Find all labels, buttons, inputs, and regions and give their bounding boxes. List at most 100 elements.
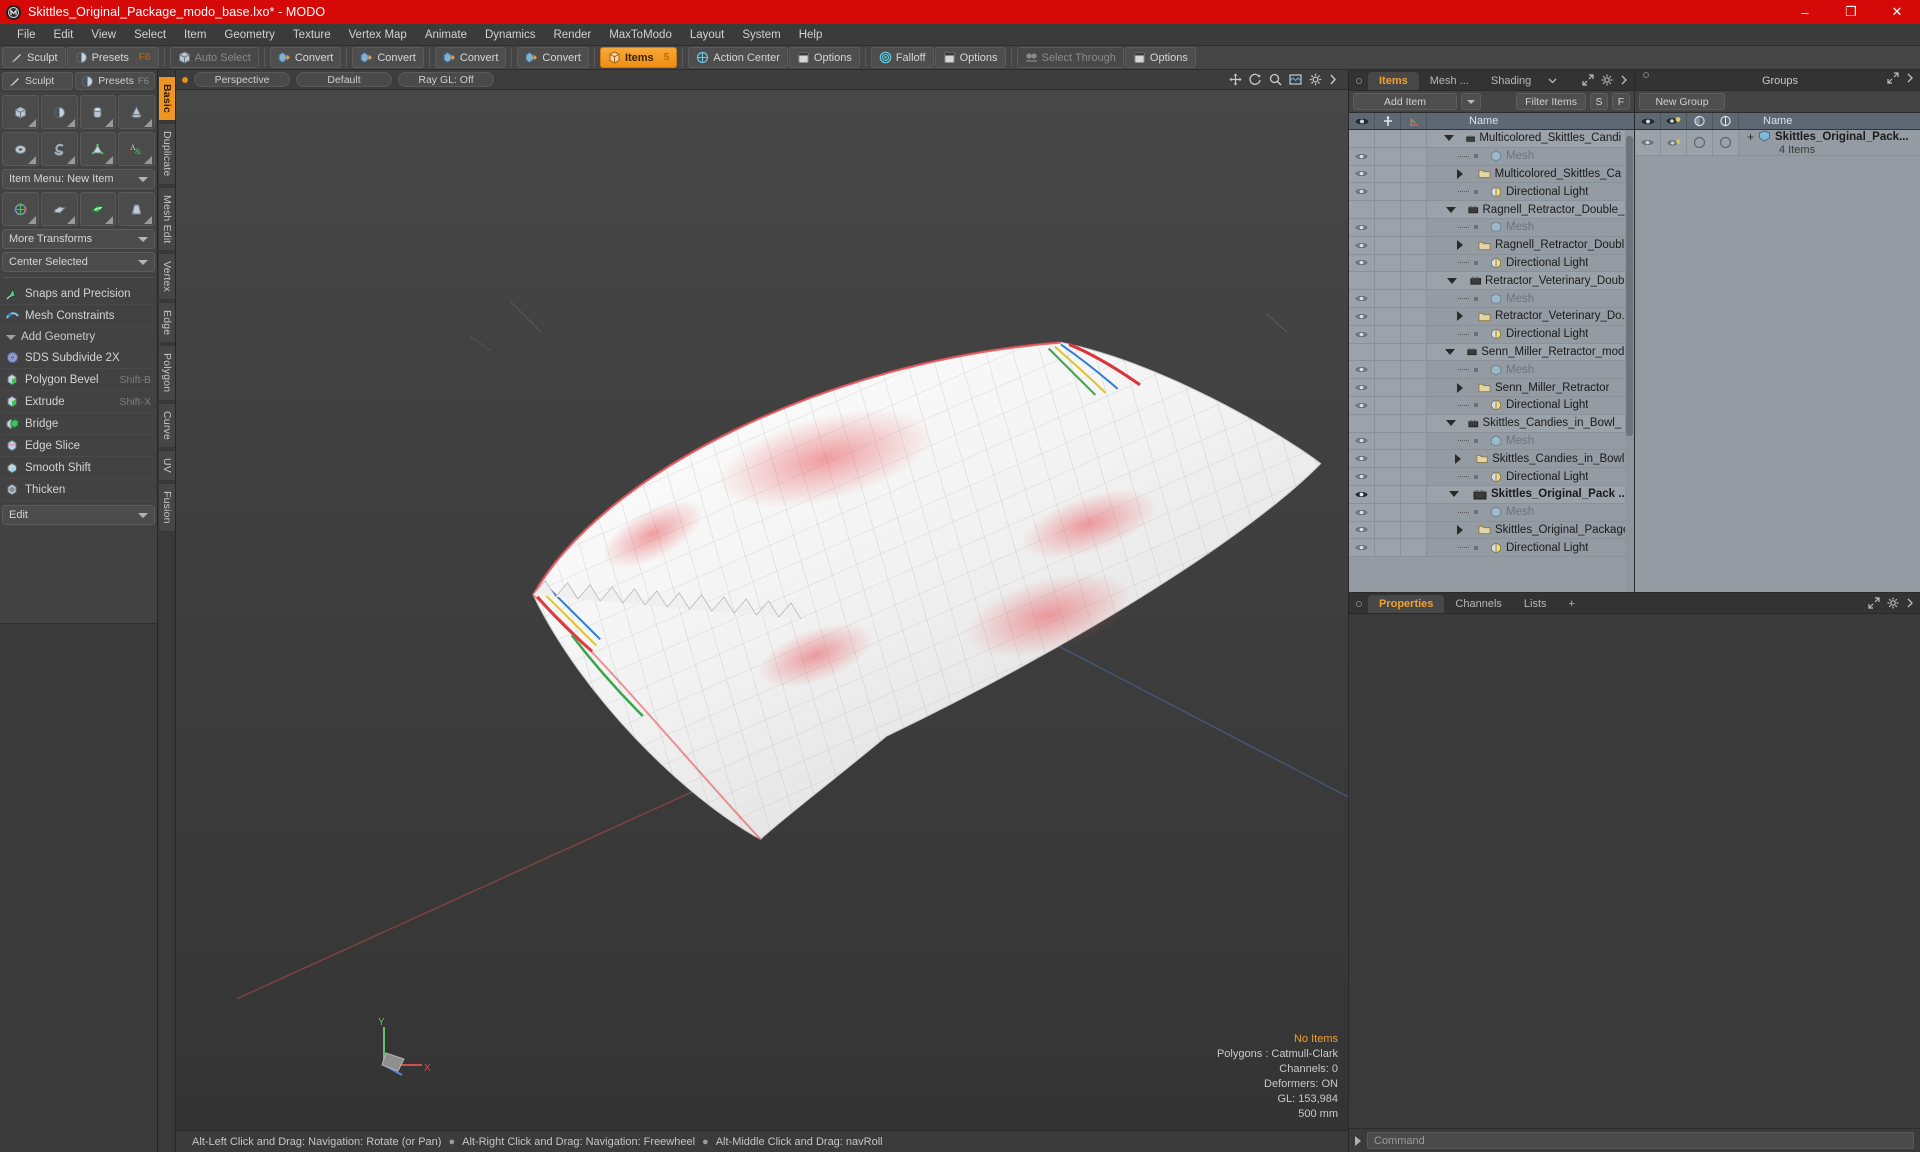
vtab-fusion[interactable]: Fusion — [158, 482, 175, 532]
primitive-text-icon[interactable]: A & — [118, 132, 155, 166]
row-lock-toggle[interactable] — [1375, 290, 1401, 307]
row-axis-toggle[interactable] — [1401, 379, 1427, 396]
row-axis-toggle[interactable] — [1401, 254, 1427, 272]
rotate-icon[interactable] — [1249, 73, 1262, 86]
collapse-triangle-icon[interactable] — [1446, 277, 1457, 284]
snaps-and-precision-item[interactable]: Snaps and Precision — [2, 283, 155, 305]
items-list-row[interactable]: Senn_Miller_Retractor — [1349, 379, 1634, 397]
row-axis-toggle[interactable] — [1401, 272, 1427, 290]
row-visibility-toggle[interactable] — [1349, 236, 1375, 254]
tab-mesh-[interactable]: Mesh ... — [1419, 72, 1480, 90]
row-axis-toggle[interactable] — [1401, 290, 1427, 307]
tool-falloff[interactable]: Falloff — [870, 47, 934, 68]
items-list-row[interactable]: Skittles_Original_Package — [1349, 521, 1634, 540]
row-axis-toggle[interactable] — [1401, 361, 1427, 379]
primitive-cylinder-icon[interactable] — [79, 95, 117, 129]
row-axis-toggle[interactable] — [1401, 325, 1427, 343]
items-list[interactable]: Multicolored_Skittles_Candi ... Mesh Mul… — [1349, 130, 1634, 592]
close-button[interactable]: ✕ — [1874, 0, 1920, 24]
expand-triangle-icon[interactable] — [1457, 311, 1463, 322]
row-lock-toggle[interactable] — [1375, 503, 1401, 521]
row-axis-toggle[interactable] — [1401, 343, 1427, 361]
edit-dropdown[interactable]: Edit — [2, 505, 155, 525]
menu-dynamics[interactable]: Dynamics — [476, 27, 544, 43]
expand-triangle-icon[interactable] — [1456, 168, 1463, 179]
row-visibility-toggle[interactable] — [1349, 503, 1375, 521]
row-lock-toggle[interactable] — [1375, 485, 1401, 503]
row-visibility-toggle[interactable] — [1349, 521, 1375, 539]
items-list-row[interactable]: Skittles_Candies_in_Bowl... — [1349, 450, 1634, 469]
group-shaded-toggle[interactable] — [1687, 130, 1713, 155]
primitive-cone-icon[interactable] — [118, 95, 155, 129]
new-group-button[interactable]: New Group — [1639, 93, 1725, 110]
row-visibility-toggle[interactable] — [1349, 165, 1375, 183]
tool-convert[interactable]: Convert — [352, 47, 424, 68]
collapse-triangle-icon[interactable] — [1449, 491, 1459, 498]
row-axis-toggle[interactable] — [1401, 468, 1427, 485]
vtab-curve[interactable]: Curve — [158, 402, 175, 448]
lock-column-header[interactable] — [1375, 113, 1401, 129]
expand-icon[interactable] — [1868, 597, 1880, 609]
row-axis-toggle[interactable] — [1401, 130, 1427, 147]
viewport-shading-selector[interactable]: Default — [296, 72, 392, 87]
primitive-triangle-icon[interactable] — [79, 132, 117, 166]
row-axis-toggle[interactable] — [1401, 521, 1427, 539]
items-list-row[interactable]: Directional Light — [1349, 254, 1634, 273]
row-visibility-toggle[interactable] — [1349, 130, 1375, 147]
menu-maxtomodo[interactable]: MaxToModo — [600, 27, 681, 43]
row-visibility-toggle[interactable] — [1349, 183, 1375, 201]
items-list-row[interactable]: Directional Light — [1349, 325, 1634, 344]
items-list-row[interactable]: Ragnell_Retractor_Double_... — [1349, 201, 1634, 219]
row-visibility-toggle[interactable] — [1349, 307, 1375, 325]
primitive-spiral-icon[interactable] — [40, 132, 78, 166]
menu-select[interactable]: Select — [125, 27, 175, 43]
group-wire-toggle[interactable] — [1713, 130, 1739, 155]
tool-convert[interactable]: Convert — [269, 47, 342, 68]
row-visibility-toggle[interactable] — [1349, 218, 1375, 236]
row-lock-toggle[interactable] — [1375, 414, 1401, 432]
chevron-right-icon[interactable] — [1906, 597, 1914, 609]
3d-viewport[interactable]: Y X No Items Polygons : Catmull-Clark Ch… — [176, 90, 1348, 1130]
items-list-row[interactable]: Directional Light — [1349, 396, 1634, 415]
row-lock-toggle[interactable] — [1375, 272, 1401, 290]
menu-texture[interactable]: Texture — [284, 27, 340, 43]
tool-options[interactable]: Options — [934, 47, 1006, 68]
items-list-row[interactable]: Retractor_Veterinary_Doub... — [1349, 272, 1634, 291]
items-list-row[interactable]: Ragnell_Retractor_Doubl... — [1349, 236, 1634, 255]
tool-action-center[interactable]: Action Center — [688, 47, 788, 68]
items-list-scrollbar[interactable] — [1625, 130, 1634, 592]
panel-menu-dot-icon[interactable] — [1643, 72, 1649, 78]
menu-render[interactable]: Render — [544, 27, 600, 43]
tabs-chevron-down-icon[interactable] — [1548, 76, 1557, 85]
filter-f-button[interactable]: F — [1612, 93, 1630, 110]
tool-options[interactable]: Options — [1124, 47, 1196, 68]
items-list-row[interactable]: Directional Light — [1349, 468, 1634, 486]
tool-convert[interactable]: Convert — [434, 47, 507, 68]
row-visibility-toggle[interactable] — [1349, 343, 1375, 361]
transform-checker-icon[interactable] — [79, 192, 117, 226]
filter-s-button[interactable]: S — [1590, 93, 1608, 110]
visibility-column-header[interactable] — [1349, 113, 1375, 129]
transform-grid-plane-icon[interactable] — [40, 192, 78, 226]
items-list-row[interactable]: Mesh — [1349, 147, 1634, 166]
row-axis-toggle[interactable] — [1401, 147, 1427, 165]
vtab-mesh-edit[interactable]: Mesh Edit — [158, 186, 175, 252]
row-visibility-toggle[interactable] — [1349, 450, 1375, 468]
axis-column-header[interactable] — [1401, 113, 1427, 129]
viewport-menu-dot-icon[interactable] — [182, 76, 188, 83]
row-lock-toggle[interactable] — [1375, 325, 1401, 343]
collapse-triangle-icon[interactable] — [1444, 348, 1455, 355]
vtab-polygon[interactable]: Polygon — [158, 345, 175, 401]
row-visibility-toggle[interactable] — [1349, 361, 1375, 379]
items-list-row[interactable]: Skittles_Candies_in_Bowl_ ... — [1349, 414, 1634, 433]
tool-items[interactable]: Items 5 — [599, 47, 678, 68]
geom-edge-slice[interactable]: Edge Slice — [2, 435, 155, 457]
expand-icon[interactable] — [1887, 72, 1899, 84]
items-list-row[interactable]: Mesh — [1349, 432, 1634, 451]
chevron-right-icon[interactable] — [1906, 72, 1914, 84]
row-visibility-toggle[interactable] — [1349, 485, 1375, 503]
row-lock-toggle[interactable] — [1375, 307, 1401, 325]
row-lock-toggle[interactable] — [1375, 236, 1401, 254]
collapse-triangle-icon[interactable] — [1444, 135, 1455, 142]
items-list-row[interactable]: Multicolored_Skittles_Ca ... — [1349, 165, 1634, 184]
